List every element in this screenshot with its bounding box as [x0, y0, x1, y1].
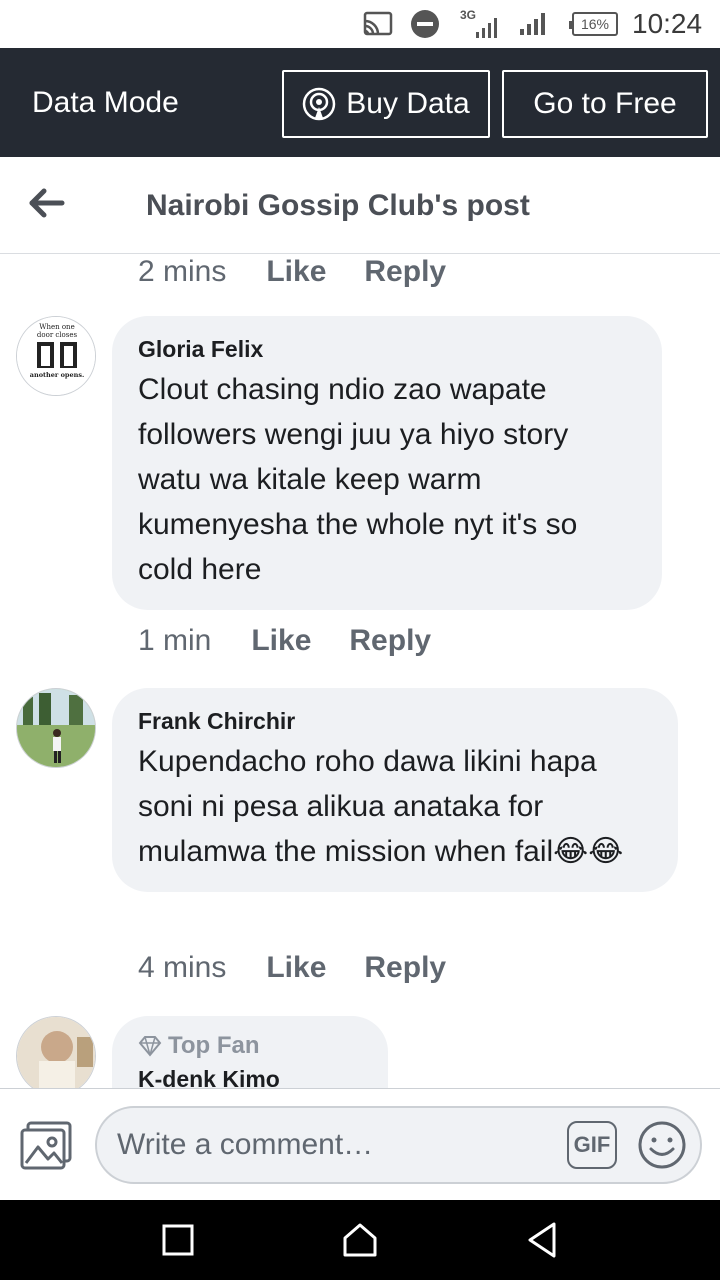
avatar-text-line: When one: [39, 323, 74, 331]
comment-time: 4 mins: [138, 951, 227, 984]
like-button[interactable]: Like: [266, 951, 326, 985]
recent-apps-icon[interactable]: [158, 1220, 198, 1260]
reply-button[interactable]: Reply: [364, 255, 446, 289]
comment-time: 1 min: [138, 624, 212, 657]
avatar-text-line: door closes: [37, 331, 78, 339]
gif-button[interactable]: GIF: [567, 1121, 617, 1169]
like-button[interactable]: Like: [266, 255, 326, 289]
do-not-disturb-icon: [410, 0, 442, 48]
comment-author[interactable]: K-denk Kimo: [138, 1066, 362, 1088]
buy-data-label: Buy Data: [346, 87, 470, 120]
system-nav-bar: [0, 1200, 720, 1280]
cast-icon: [362, 0, 398, 48]
comment-meta: 4 mins Like Reply: [138, 950, 446, 986]
battery-indicator: 16%: [569, 0, 622, 48]
mobile-data-icon: 3G: [460, 0, 500, 48]
photo-icon[interactable]: [20, 1121, 74, 1171]
comment-text: Clout chasing ndio zao wapate followers …: [138, 373, 578, 586]
comment-author[interactable]: Frank Chirchir: [138, 708, 652, 735]
comment-author[interactable]: Gloria Felix: [138, 336, 636, 363]
top-fan-badge: Top Fan: [138, 1032, 362, 1060]
avatar[interactable]: When one door closes another opens.: [16, 316, 96, 396]
go-to-free-label: Go to Free: [533, 87, 677, 120]
comment-bubble[interactable]: Gloria Felix Clout chasing ndio zao wapa…: [112, 316, 662, 610]
comment-input-box[interactable]: GIF: [95, 1106, 702, 1184]
top-fan-label: Top Fan: [168, 1032, 260, 1059]
comment-bubble[interactable]: Frank Chirchir Kupendacho roho dawa liki…: [112, 688, 678, 892]
back-icon[interactable]: [522, 1220, 562, 1260]
comment-meta: 2 mins Like Reply: [138, 254, 446, 290]
comments-list[interactable]: 2 mins Like Reply When one door closes a…: [0, 254, 720, 1088]
data-mode-bar: Data Mode Buy Data Go to Free: [0, 48, 720, 157]
post-header: Nairobi Gossip Club's post: [0, 157, 720, 254]
comment-meta: 1 min Like Reply: [138, 623, 431, 659]
reply-button[interactable]: Reply: [349, 624, 431, 658]
avatar[interactable]: [16, 1016, 96, 1088]
network-type: 3G: [460, 8, 477, 22]
back-arrow-icon[interactable]: [28, 183, 68, 223]
like-button[interactable]: Like: [251, 624, 311, 658]
avatar-text-line: another opens.: [30, 371, 85, 379]
avatar[interactable]: [16, 688, 96, 768]
comment-time: 2 mins: [138, 255, 227, 288]
clock: 10:24: [632, 8, 703, 39]
broadcast-icon: [303, 87, 336, 121]
data-mode-title: Data Mode: [32, 85, 179, 119]
status-bar: 3G 16% 10:24: [0, 0, 720, 48]
diamond-icon: [138, 1036, 162, 1057]
reply-button[interactable]: Reply: [364, 951, 446, 985]
page-title: Nairobi Gossip Club's post: [146, 188, 530, 222]
comment-composer: GIF: [0, 1088, 720, 1200]
home-icon[interactable]: [340, 1220, 380, 1260]
signal-icon: [520, 0, 552, 48]
comment-input[interactable]: [117, 1108, 547, 1182]
comment-bubble[interactable]: Top Fan K-denk Kimo: [112, 1016, 388, 1088]
emoji-icon[interactable]: [637, 1120, 687, 1170]
comment-text: Kupendacho roho dawa likini hapa soni ni…: [138, 745, 624, 868]
go-to-free-button[interactable]: Go to Free: [502, 70, 708, 138]
battery-level: 16%: [580, 16, 610, 32]
buy-data-button[interactable]: Buy Data: [282, 70, 490, 138]
